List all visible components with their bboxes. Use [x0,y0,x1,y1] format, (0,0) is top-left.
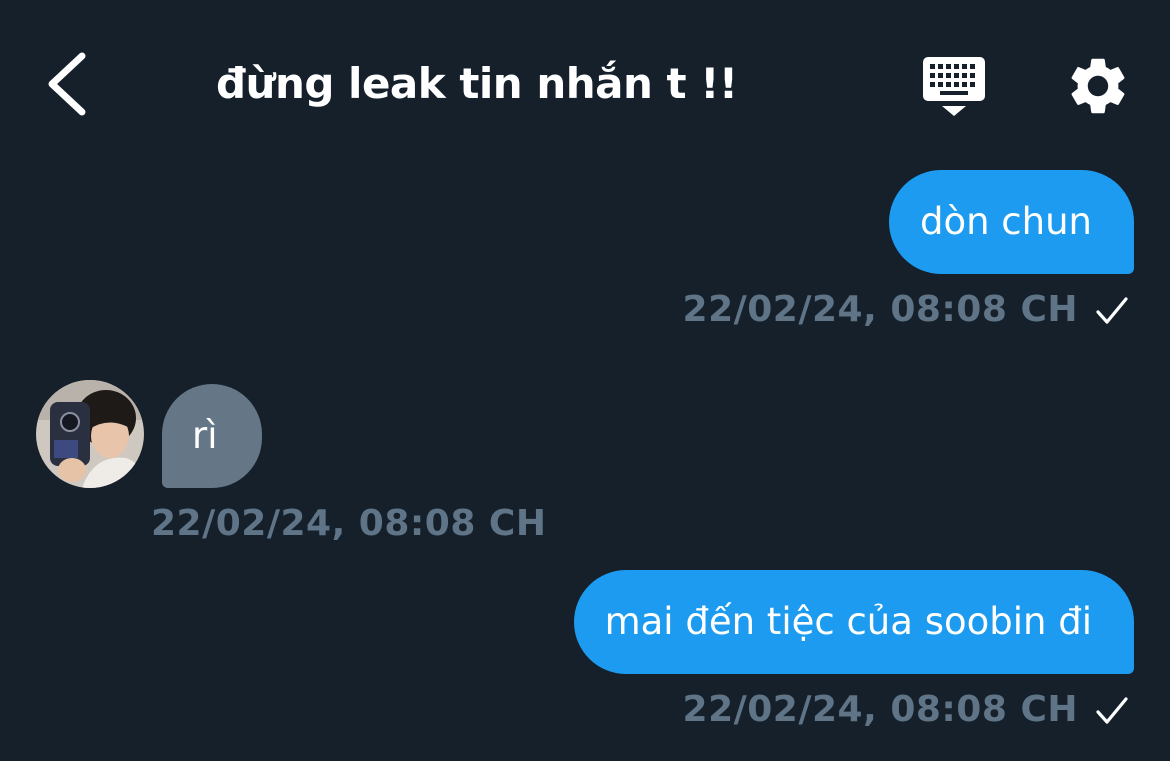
check-icon [1096,297,1128,324]
settings-button[interactable] [1064,52,1132,120]
incoming-message-bubble[interactable]: rì [162,384,262,488]
message-timestamp: 22/02/24, 08:08 CH [151,503,547,544]
outgoing-message-bubble[interactable]: dòn chun [888,170,1134,274]
message-text: mai đến tiệc của soobin đi [604,600,1092,643]
message-timestamp: 22/02/24, 08:08 CH [682,289,1078,330]
avatar-photo [36,380,144,488]
conversation-header: đừng leak tin nhắn t !! [0,0,1170,160]
back-button[interactable] [38,48,98,120]
sender-avatar[interactable] [36,380,144,488]
keyboard-icon [923,57,985,116]
chevron-left-icon [48,52,86,116]
message-timestamp: 22/02/24, 08:08 CH [682,689,1078,730]
check-icon [1096,697,1128,724]
gear-icon [1071,58,1125,114]
keyboard-button[interactable] [918,52,990,120]
message-text: dòn chun [919,200,1092,243]
conversation-title: đừng leak tin nhắn t !! [216,59,738,108]
message-text: rì [192,414,218,457]
outgoing-message-bubble[interactable]: mai đến tiệc của soobin đi [573,570,1134,674]
